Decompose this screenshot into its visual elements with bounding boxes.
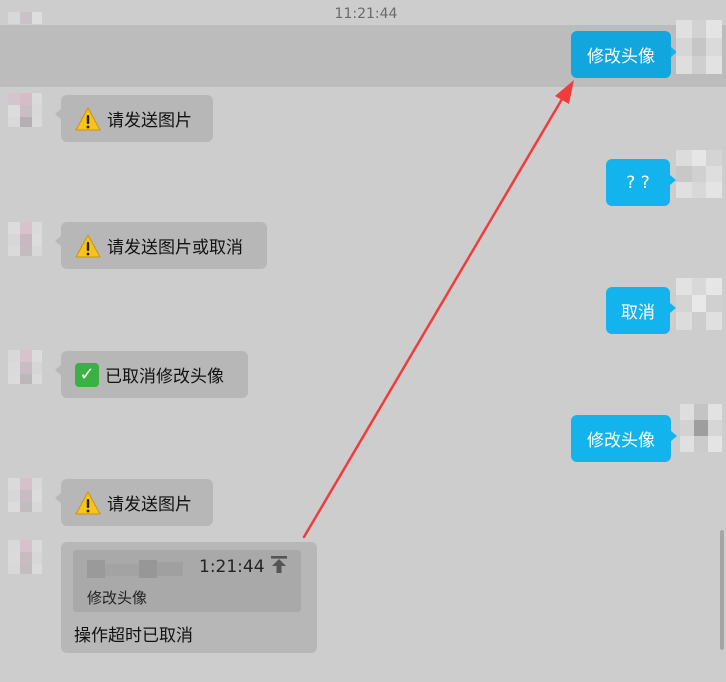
avatar[interactable] [676,278,722,330]
outgoing-message-bubble[interactable]: 取消 [606,287,676,334]
outgoing-message-bubble[interactable]: 修改头像 [571,415,677,462]
avatar[interactable] [676,150,722,198]
incoming-message-text: 请发送图片 [107,495,192,515]
outgoing-message-text: ? ? [626,172,650,193]
outgoing-message-text: 修改头像 [587,431,655,451]
warning-icon [75,234,101,257]
check-icon: ✓ [75,362,99,387]
avatar[interactable] [676,20,722,74]
avatar[interactable] [8,540,42,574]
avatar[interactable] [8,350,42,384]
quoted-message-time: 1:21:44 [199,557,265,577]
quoted-sender-name [87,558,183,578]
reply-message-text: 操作超时已取消 [74,626,193,646]
incoming-message-text: 请发送图片或取消 [107,238,243,258]
quoted-message[interactable]: 1:21:44 修改头像 [73,550,301,612]
outgoing-message-bubble[interactable]: ? ? [606,159,676,206]
avatar[interactable] [8,12,42,46]
warning-icon [75,491,101,514]
outgoing-message-text: 取消 [621,303,655,323]
message-timestamp: 11:21:44 [334,6,398,22]
quoted-message-text: 修改头像 [87,589,148,607]
jump-to-top-icon[interactable] [268,555,290,575]
incoming-message-bubble[interactable]: 请发送图片或取消 [55,222,267,269]
warning-icon [75,107,101,130]
highlighted-outgoing-bubble[interactable]: 修改头像 [571,31,677,78]
incoming-message-bubble[interactable]: 请发送图片 [55,479,213,526]
reply-message-bubble[interactable]: 1:21:44 修改头像 操作超时已取消 [61,542,317,653]
avatar[interactable] [8,478,42,512]
avatar[interactable] [8,93,42,127]
scrollbar[interactable] [720,530,724,650]
highlighted-message-text: 修改头像 [587,47,655,67]
incoming-message-bubble[interactable]: 请发送图片 [55,95,213,142]
incoming-message-text: 请发送图片 [107,111,192,131]
avatar[interactable] [680,404,722,452]
incoming-message-text: 已取消修改头像 [105,367,224,387]
avatar[interactable] [8,222,42,256]
incoming-message-bubble[interactable]: ✓ 已取消修改头像 [55,351,248,398]
